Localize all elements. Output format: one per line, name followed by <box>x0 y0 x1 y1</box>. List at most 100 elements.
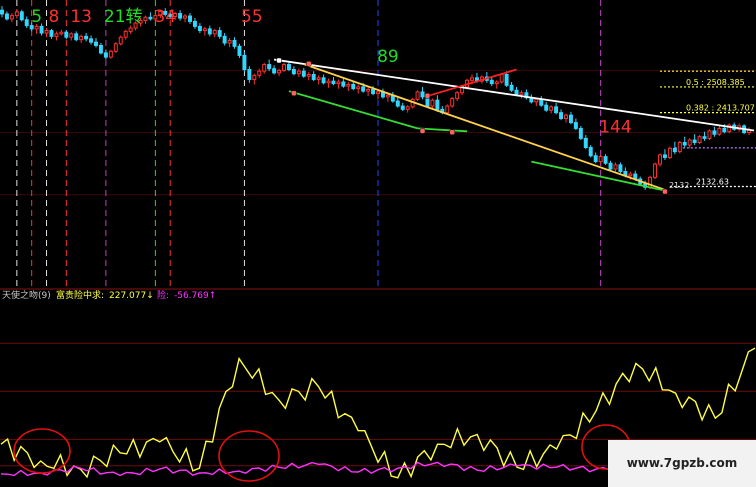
candle-body <box>103 52 108 58</box>
fibonacci-count-label: 8 <box>49 7 60 27</box>
candle-body <box>74 33 79 41</box>
candle-body <box>677 142 682 153</box>
candle-body <box>346 83 351 87</box>
candle-body <box>554 106 559 114</box>
candle-body <box>494 81 499 85</box>
candle-body <box>400 105 405 110</box>
candle-body <box>435 99 440 110</box>
candle-body <box>282 64 286 71</box>
candle-body <box>415 91 420 100</box>
candle-body <box>237 45 242 56</box>
candle-body <box>687 139 692 146</box>
risk-label: 险: <box>157 289 169 301</box>
candle-body <box>361 86 366 92</box>
indicator-name: 天使之吻(9) <box>2 289 51 301</box>
candle-body <box>341 81 346 87</box>
candle-body <box>123 30 128 38</box>
candle-body <box>593 155 598 163</box>
candle-body <box>395 100 400 107</box>
candle-body <box>316 77 321 80</box>
candle-body <box>326 80 331 84</box>
candle-body <box>697 136 702 144</box>
candle-body <box>257 70 262 76</box>
indicator-header: 天使之吻(9) 富贵险中求: 227.077↓ 险: -56.769↑ <box>2 289 216 301</box>
candle-body <box>519 92 524 95</box>
candle-body <box>598 156 603 163</box>
candle-body <box>301 70 306 77</box>
candle-body <box>212 30 217 35</box>
candle-body <box>539 98 544 106</box>
fibonacci-count-label: 55 <box>241 7 263 27</box>
candle-body <box>504 74 509 86</box>
candle-body <box>578 127 583 139</box>
candle-body <box>128 27 133 32</box>
candle-body <box>445 105 450 114</box>
candle-body <box>366 88 371 92</box>
candle-body <box>64 31 69 38</box>
candle-body <box>232 39 237 47</box>
candle-body <box>89 38 94 43</box>
candle-body <box>613 164 618 170</box>
candle-body <box>217 30 222 37</box>
chart-canvas: 0.5 : 2508.3850.382 : 2413.7072132.635 8 1… <box>0 0 756 487</box>
candle-body <box>658 154 662 165</box>
candle-body <box>682 142 687 146</box>
candle-body <box>331 80 336 85</box>
low-price-label: 2132 <box>669 181 689 190</box>
candle-body <box>455 92 460 100</box>
retracement-level-label: 0.5 : 2508.385 <box>686 78 745 87</box>
candle-body <box>692 139 697 144</box>
candle-body <box>59 31 64 35</box>
candle-body <box>712 130 717 135</box>
candle-body <box>272 68 277 74</box>
candle-body <box>24 19 29 27</box>
watermark: www.7gpzb.com <box>608 440 756 487</box>
candle-body <box>311 74 316 80</box>
fibonacci-count-label: 89 <box>377 47 399 67</box>
candle-body <box>69 33 74 38</box>
pivot-marker <box>419 128 426 134</box>
series-value: 227.077↓ <box>109 291 154 301</box>
candle-body <box>54 33 59 37</box>
candle-body <box>227 39 232 44</box>
candle-body <box>499 74 504 83</box>
candle-body <box>143 16 148 22</box>
candle-body <box>277 69 282 74</box>
pivot-marker <box>424 92 431 99</box>
retracement-level-label: 2132.63 <box>696 177 729 186</box>
candle-body <box>188 15 192 22</box>
pivot-marker <box>291 90 297 96</box>
candle-body <box>108 50 113 58</box>
candle-body <box>306 74 311 77</box>
candle-body <box>262 64 267 72</box>
candle-body <box>4 13 9 20</box>
retracement-level-label: 0.382 : 2413.707 <box>686 104 755 113</box>
candle-body <box>559 112 564 119</box>
candle-body <box>222 35 227 44</box>
candle-body <box>628 173 633 177</box>
candle-body <box>672 147 677 153</box>
fibonacci-count-label: 144 <box>599 118 631 138</box>
candle-body <box>202 28 207 32</box>
candle-body <box>84 35 89 40</box>
candle-body <box>49 30 54 37</box>
candle-body <box>568 114 573 124</box>
candle-body <box>376 91 380 95</box>
candle-body <box>197 25 202 32</box>
candle-body <box>321 77 326 84</box>
candle-body <box>450 98 455 107</box>
candle-body <box>564 114 568 119</box>
candle-body <box>79 35 84 41</box>
fibonacci-count-label: 34 <box>154 7 176 27</box>
candle-body <box>489 79 494 85</box>
candle-body <box>192 20 197 27</box>
candle-body <box>608 162 613 170</box>
candle-body <box>405 106 410 110</box>
candle-body <box>113 43 118 52</box>
candle-body <box>514 89 519 95</box>
candle-body <box>252 74 257 80</box>
candle-body <box>14 11 19 17</box>
candle-body <box>267 64 272 70</box>
candle-body <box>430 99 435 107</box>
candle-body <box>588 146 593 157</box>
